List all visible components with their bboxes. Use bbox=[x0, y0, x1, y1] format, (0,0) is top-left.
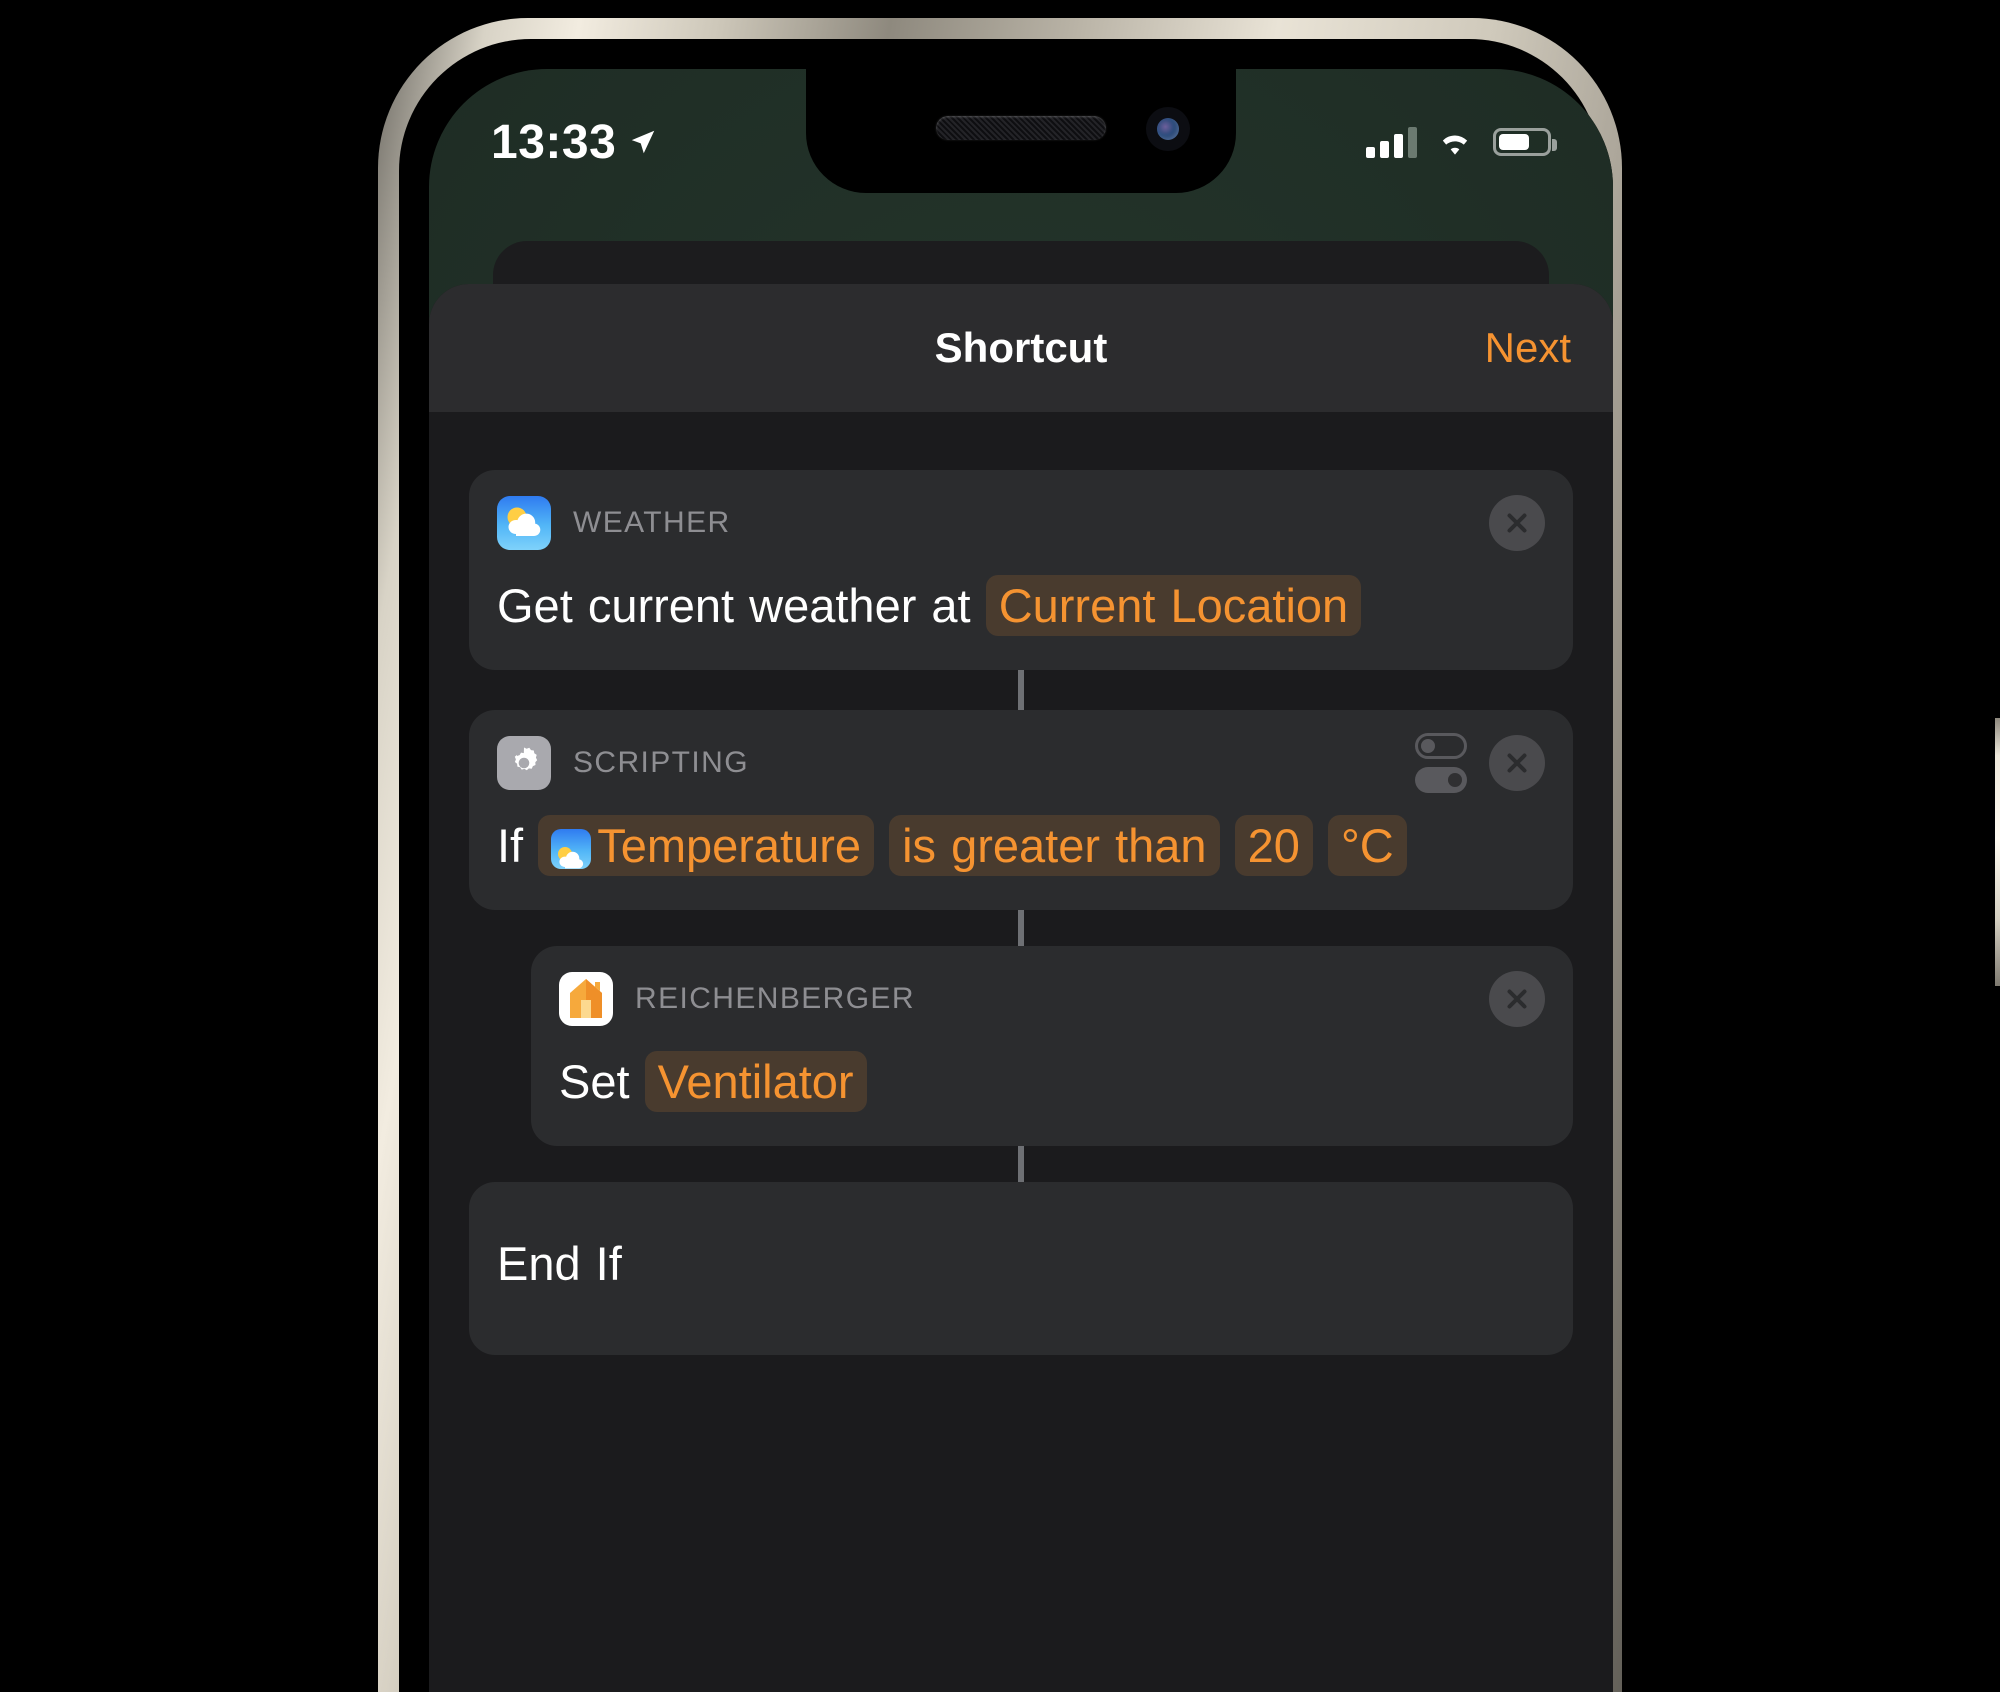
token-condition[interactable]: is greater than bbox=[889, 815, 1220, 877]
screenshot-stage: 13:33 Shortcut Next WEATHER Get current … bbox=[0, 0, 2000, 1692]
power-side-button[interactable] bbox=[1995, 718, 2000, 986]
action-text-static: Get current weather at bbox=[497, 579, 971, 632]
action-body: End If bbox=[497, 1208, 1545, 1324]
status-bar: 13:33 bbox=[429, 69, 1613, 193]
battery-icon bbox=[1493, 128, 1557, 156]
action-connector bbox=[1018, 670, 1024, 711]
cellular-bars-icon bbox=[1366, 126, 1417, 158]
action-list: WEATHER Get current weather at Current L… bbox=[429, 412, 1613, 1355]
weather-app-icon bbox=[497, 496, 551, 550]
phone-screen: 13:33 Shortcut Next WEATHER Get current … bbox=[429, 69, 1613, 1692]
phone-bezel: 13:33 Shortcut Next WEATHER Get current … bbox=[399, 39, 1613, 1692]
token-ventilator[interactable]: Ventilator bbox=[644, 1051, 867, 1113]
toggle-on-icon[interactable] bbox=[1415, 767, 1467, 794]
token-unit[interactable]: °C bbox=[1327, 815, 1407, 877]
close-icon[interactable] bbox=[1489, 495, 1545, 551]
weather-app-icon-inline bbox=[551, 829, 592, 870]
action-body: Get current weather at Current Location bbox=[497, 572, 1545, 640]
close-icon[interactable] bbox=[1489, 971, 1545, 1028]
iphone-device: 13:33 Shortcut Next WEATHER Get current … bbox=[378, 18, 2000, 1692]
status-bar-left: 13:33 bbox=[491, 93, 658, 170]
card-category-label: REICHENBERGER bbox=[635, 982, 915, 1016]
action-connector bbox=[1018, 910, 1024, 947]
navigation-bar: Shortcut Next bbox=[429, 284, 1613, 412]
toggle-off-icon[interactable] bbox=[1415, 733, 1467, 760]
action-card-home[interactable]: REICHENBERGER Set Ventilator bbox=[531, 946, 1573, 1147]
close-icon[interactable] bbox=[1489, 735, 1545, 792]
token-temperature-label: Temperature bbox=[597, 819, 862, 873]
card-header: REICHENBERGER bbox=[559, 971, 1545, 1028]
card-category-label: SCRIPTING bbox=[573, 746, 749, 780]
action-card-weather[interactable]: WEATHER Get current weather at Current L… bbox=[469, 470, 1573, 671]
action-text-static: End If bbox=[497, 1237, 622, 1291]
action-text-static: If bbox=[497, 819, 524, 873]
page-title: Shortcut bbox=[934, 324, 1108, 371]
next-button[interactable]: Next bbox=[1485, 324, 1571, 372]
action-text-static: Set bbox=[559, 1055, 630, 1109]
card-header: SCRIPTING bbox=[497, 733, 1545, 794]
status-time: 13:33 bbox=[491, 115, 617, 169]
location-arrow-icon bbox=[632, 130, 655, 154]
settings-toggles-icon[interactable] bbox=[1415, 733, 1467, 794]
gear-icon bbox=[497, 736, 551, 791]
home-app-icon bbox=[559, 972, 613, 1027]
card-header-actions bbox=[1489, 495, 1545, 551]
token-temperature[interactable]: Temperature bbox=[538, 815, 875, 877]
card-header-actions bbox=[1489, 971, 1545, 1028]
card-header-actions bbox=[1415, 733, 1545, 794]
action-body: Set Ventilator bbox=[559, 1048, 1545, 1116]
token-current-location[interactable]: Current Location bbox=[985, 575, 1362, 636]
shortcut-sheet: Shortcut Next WEATHER Get current weathe… bbox=[429, 284, 1613, 1692]
wifi-icon bbox=[1442, 135, 1468, 155]
action-card-end-if[interactable]: End If bbox=[469, 1182, 1573, 1355]
action-card-scripting[interactable]: SCRIPTING If Temperature is greater than… bbox=[469, 710, 1573, 911]
card-category-label: WEATHER bbox=[573, 506, 731, 539]
token-value[interactable]: 20 bbox=[1234, 815, 1313, 877]
action-body: If Temperature is greater than 20 °C bbox=[497, 812, 1545, 880]
card-header: WEATHER bbox=[497, 495, 1545, 551]
status-bar-right bbox=[1366, 104, 1557, 158]
action-connector bbox=[1018, 1146, 1024, 1183]
